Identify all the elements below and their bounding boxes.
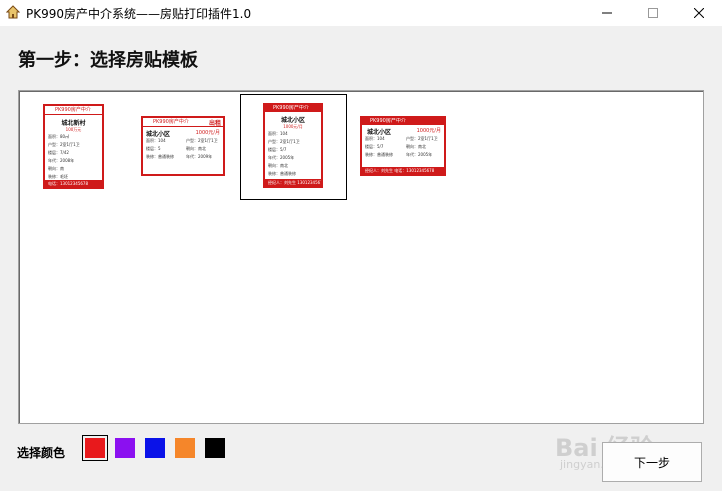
template-footer: 电话：13012345678 (45, 180, 102, 187)
template-row: 楼层：5 (146, 146, 161, 151)
template-header-text: PK990房产中介 (153, 119, 189, 125)
template-row: 楼层：5/7 (268, 147, 287, 152)
template-row: 年代：2005年 (406, 152, 433, 157)
template-row: 装修：普通装修 (268, 171, 296, 176)
template-row: 户型：2室1厅1卫 (48, 142, 80, 147)
template-header: PK990房产中介 (265, 105, 321, 112)
house-icon (6, 5, 20, 19)
template-header: PK990房产中介 (362, 118, 444, 125)
template-row: 户型：2室1厅1卫 (268, 139, 300, 144)
close-button[interactable] (676, 0, 722, 26)
minimize-button[interactable] (584, 0, 630, 26)
color-swatch-red[interactable] (82, 435, 108, 461)
window-title: PK990房产中介系统——房贴打印插件1.0 (26, 7, 252, 21)
color-swatch-orange[interactable] (175, 438, 195, 458)
template-card-1[interactable]: PK990房产中介 城北新村 100万元 面积：80㎡ 户型：2室1厅1卫 楼层… (43, 104, 104, 189)
template-name: 城北小区 (280, 117, 305, 124)
template-row: 装修：普通装修 (146, 154, 174, 159)
template-name: 城北小区 (367, 129, 392, 136)
template-row: 楼层：7/42 (48, 150, 69, 155)
template-row: 朝向：南北 (406, 144, 426, 149)
template-row: 年代：2005年 (268, 155, 295, 160)
next-button[interactable]: 下一步 (602, 442, 702, 482)
template-row: 朝向：南 (48, 166, 64, 171)
template-card-3[interactable]: PK990房产中介 城北小区 1000元/月 面积：104 户型：2室1厅1卫 … (263, 103, 323, 188)
template-row: 楼层：5/7 (365, 144, 384, 149)
template-footer: 经纪人：刘先生 13012345678 (265, 179, 321, 186)
template-row: 年代：2008年 (48, 158, 75, 163)
template-card-2[interactable]: PK990房产中介 出租 城北小区 1000元/月 面积：104 户型：2室1厅… (141, 116, 225, 176)
close-icon (694, 8, 704, 18)
template-header: PK990房产中介 (45, 106, 102, 115)
template-row: 面积：104 (268, 131, 288, 136)
template-row: 面积：104 (146, 138, 166, 143)
template-name: 城北新村 (61, 120, 86, 127)
template-row: 户型：2室1厅1卫 (186, 138, 218, 143)
template-row: 装修：普通装修 (365, 152, 393, 157)
template-list[interactable]: PK990房产中介 城北新村 100万元 面积：80㎡ 户型：2室1厅1卫 楼层… (18, 90, 704, 424)
title-bar: PK990房产中介系统——房贴打印插件1.0 (0, 0, 722, 26)
template-header: PK990房产中介 出租 (143, 118, 223, 127)
maximize-icon (648, 8, 658, 18)
template-row: 年代：2009年 (186, 154, 213, 159)
template-footer: 经纪人：刘先生 电话：13012345678 (362, 167, 444, 174)
template-row: 面积：104 (365, 136, 385, 141)
template-row: 户型：2室1厅1卫 (406, 136, 438, 141)
maximize-button[interactable] (630, 0, 676, 26)
template-row: 面积：80㎡ (48, 134, 70, 139)
color-swatch-black[interactable] (205, 438, 225, 458)
template-row: 朝向：南北 (268, 163, 288, 168)
template-name: 城北小区 (146, 131, 171, 138)
color-swatch-blue[interactable] (145, 438, 165, 458)
template-card-4[interactable]: PK990房产中介 城北小区 1000元/月 面积：104 户型：2室1厅1卫 … (360, 116, 446, 176)
template-row: 朝向：南北 (186, 146, 206, 151)
color-swatch-purple[interactable] (115, 438, 135, 458)
template-price: 1000元/月 (416, 128, 441, 134)
page-title: 第一步：选择房贴模板 (18, 50, 198, 71)
color-label: 选择颜色 (17, 446, 66, 460)
template-price: 1000元/月 (195, 130, 220, 136)
minimize-icon (602, 12, 612, 14)
